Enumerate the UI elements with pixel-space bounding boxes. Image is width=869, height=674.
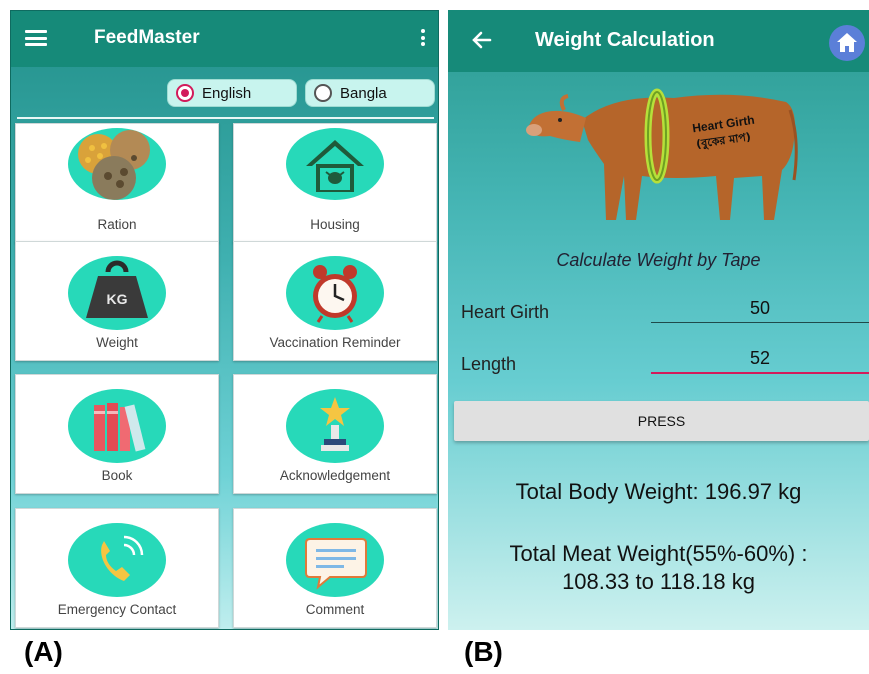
trophy-icon (286, 389, 384, 463)
length-label: Length (461, 354, 517, 374)
menu-card-comment[interactable]: Comment (233, 508, 437, 628)
books-icon (68, 389, 166, 463)
app-title: FeedMaster (94, 27, 200, 48)
menu-card-emergency-contact[interactable]: Emergency Contact (15, 508, 219, 628)
language-selector: English Bangla (11, 79, 438, 109)
divider (17, 117, 434, 119)
menu-card-label: Ration (97, 217, 137, 232)
weight-calculation-screen: Weight Calculation Heart Girth (বুকের মা… (448, 10, 869, 630)
total-meat-weight-range: 108.33 to 118.18 kg (562, 569, 755, 594)
menu-card-weight[interactable]: KG Weight (15, 241, 219, 361)
home-icon (837, 33, 857, 52)
panel-b-caption: (B) (464, 636, 503, 667)
length-input[interactable]: 52 (651, 348, 869, 369)
language-label: English (202, 84, 252, 102)
grain-feed-icon (68, 128, 166, 200)
menu-card-book[interactable]: Book (15, 374, 219, 494)
menu-card-label: Book (101, 468, 133, 483)
cow-house-icon (286, 128, 384, 200)
svg-text:KG: KG (107, 291, 128, 307)
menu-card-label: Vaccination Reminder (269, 335, 401, 350)
cow-heart-girth-illustration: Heart Girth (বুকের মাপ) (524, 80, 804, 230)
menu-icon[interactable] (25, 30, 47, 46)
language-label: Bangla (340, 84, 387, 102)
total-meat-weight-label: Total Meat Weight(55%-60%) : (509, 541, 808, 566)
menu-card-label: Housing (310, 217, 360, 232)
language-option-bangla[interactable]: Bangla (305, 79, 435, 107)
heart-girth-input[interactable]: 50 (651, 298, 869, 319)
menu-card-label: Comment (305, 602, 365, 617)
menu-card-housing[interactable]: Housing (233, 123, 437, 243)
feedmaster-home-screen: FeedMaster English Bangla Ration Housing… (10, 10, 439, 630)
app-bar: Weight Calculation (448, 10, 869, 72)
screen-title: Weight Calculation (535, 29, 715, 51)
back-arrow-icon[interactable] (470, 28, 494, 52)
screenshot-root: FeedMaster English Bangla Ration Housing… (0, 0, 869, 674)
chat-bubble-icon (286, 523, 384, 597)
radio-selected-icon[interactable] (176, 84, 194, 102)
menu-card-label: Weight (96, 335, 138, 350)
language-option-english[interactable]: English (167, 79, 297, 107)
total-body-weight: Total Body Weight: 196.97 kg (515, 479, 802, 504)
phone-icon (68, 523, 166, 597)
menu-card-acknowledgement[interactable]: Acknowledgement (233, 374, 437, 494)
app-bar: FeedMaster (11, 11, 438, 67)
heart-girth-underline (651, 322, 869, 323)
calculate-by-tape-caption: Calculate Weight by Tape (556, 250, 761, 270)
overflow-menu-icon[interactable] (420, 29, 426, 49)
radio-unselected-icon[interactable] (314, 84, 332, 102)
length-underline (651, 372, 869, 374)
kg-weight-icon: KG (68, 256, 166, 330)
heart-girth-label: Heart Girth (461, 302, 550, 322)
menu-card-ration[interactable]: Ration (15, 123, 219, 243)
menu-card-label: Acknowledgement (279, 468, 391, 483)
press-button[interactable]: PRESS (454, 401, 869, 441)
home-button[interactable] (829, 25, 865, 61)
alarm-clock-icon (286, 256, 384, 330)
panel-a-caption: (A) (24, 636, 63, 667)
menu-card-vaccination-reminder[interactable]: Vaccination Reminder (233, 241, 437, 361)
menu-card-label: Emergency Contact (57, 602, 177, 617)
